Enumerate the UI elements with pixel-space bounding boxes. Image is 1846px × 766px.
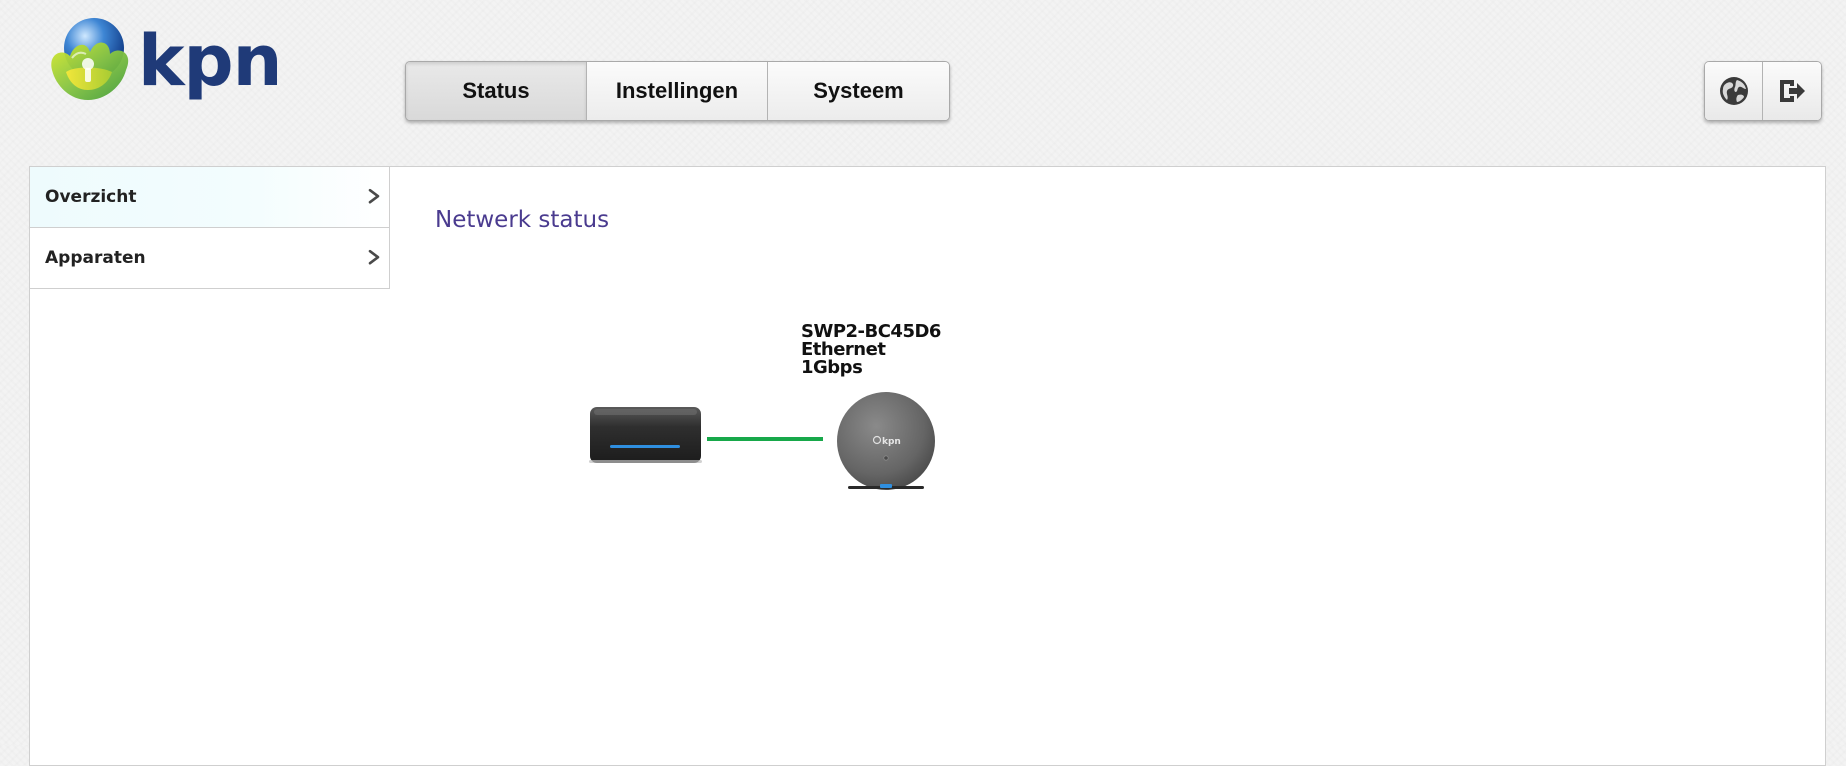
sidebar-item-label: Overzicht	[45, 187, 137, 207]
sidebar-item-apparaten[interactable]: Apparaten	[30, 228, 389, 288]
device-info[interactable]: SWP2-BC45D6 Ethernet 1Gbps	[801, 323, 941, 377]
language-button[interactable]	[1705, 62, 1763, 120]
router-icon[interactable]	[588, 405, 703, 465]
kpn-logo-text: kpn	[138, 20, 282, 102]
toolbar-right	[1704, 61, 1822, 121]
kpn-logo: kpn	[44, 14, 282, 110]
chevron-right-icon	[368, 188, 380, 204]
main-nav: Status Instellingen Systeem	[405, 61, 950, 121]
page-title: Netwerk status	[435, 207, 610, 233]
ethernet-link-line	[707, 437, 823, 441]
logout-button[interactable]	[1763, 62, 1821, 120]
device-speed: 1Gbps	[801, 357, 863, 378]
tab-status[interactable]: Status	[406, 62, 587, 120]
globe-icon	[1719, 77, 1748, 105]
tab-instellingen[interactable]: Instellingen	[587, 62, 768, 120]
tab-systeem[interactable]: Systeem	[768, 62, 949, 120]
content-panel: Overzicht Apparaten Netwerk status SWP2-…	[29, 166, 1826, 766]
chevron-right-icon	[368, 249, 380, 265]
pod-logo-text: kpn	[882, 437, 901, 447]
sidebar-item-overzicht[interactable]: Overzicht	[30, 167, 389, 228]
kpn-crown-icon	[51, 18, 129, 100]
sidebar-item-label: Apparaten	[45, 248, 146, 268]
sidebar: Overzicht Apparaten	[30, 167, 390, 289]
logout-icon	[1780, 80, 1805, 102]
wifi-pod-icon[interactable]: kpn	[836, 391, 936, 491]
